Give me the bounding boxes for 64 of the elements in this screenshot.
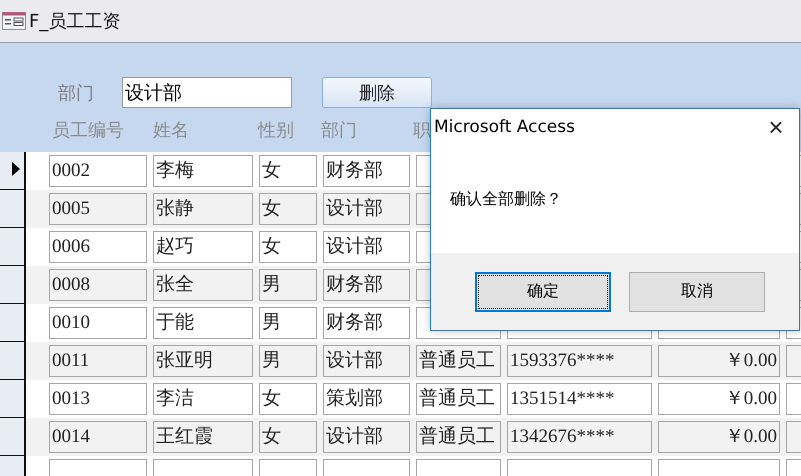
table-cell: 普通员工 — [416, 421, 501, 453]
table-cell: 0013 — [49, 383, 147, 415]
close-button[interactable]: × — [753, 111, 799, 143]
column-header: 职 — [413, 119, 431, 142]
table-cell: 男 — [259, 269, 317, 301]
table-cell: 1351514**** — [507, 383, 652, 415]
record-selector[interactable] — [0, 418, 26, 456]
table-cell: 普通员工 — [416, 383, 501, 415]
table-cell: 1342676**** — [507, 421, 652, 453]
table-cell: 女 — [259, 155, 317, 187]
record-selector[interactable] — [0, 342, 26, 380]
table-cell: 张亚明 — [153, 345, 253, 377]
dialog-message: 确认全部删除？ — [450, 188, 562, 210]
column-header: 性别 — [258, 119, 295, 142]
table-cell: 王红霞 — [153, 421, 253, 453]
table-cell: 男 — [259, 345, 317, 377]
table-cell: 策划部 — [323, 383, 410, 415]
table-cell: 设计部 — [323, 345, 410, 377]
table-cell: 设计部 — [323, 193, 410, 225]
table-cell: 普通员工 — [416, 345, 501, 377]
record-selector[interactable] — [0, 304, 26, 342]
record-selector[interactable] — [0, 228, 26, 266]
department-field[interactable]: 设计部 — [122, 77, 292, 108]
table-cell: ￥0.00 — [658, 345, 780, 377]
table-cell: 于能 — [153, 307, 253, 339]
table-cell: 设计部 — [323, 231, 410, 263]
table-cell: 设计部 — [323, 421, 410, 453]
table-cell: 0006 — [49, 231, 147, 263]
table-cell: 0011 — [49, 345, 147, 377]
ok-button[interactable]: 确定 — [475, 272, 611, 312]
table-cell: 0008 — [49, 269, 147, 301]
dialog-title: Microsoft Access — [434, 117, 575, 137]
table-cell: 财务部 — [323, 307, 410, 339]
field-label: 部门 — [58, 82, 95, 104]
table-cell: 男 — [259, 307, 317, 339]
table-cell: 女 — [259, 383, 317, 415]
table-cell: 0002 — [49, 155, 147, 187]
table-cell: 1593376**** — [507, 345, 652, 377]
table-cell: 李梅 — [153, 155, 253, 187]
cancel-button[interactable]: 取消 — [629, 272, 765, 312]
table-cell: 张全 — [153, 269, 253, 301]
column-header: 部门 — [321, 119, 358, 142]
table-cell: 0005 — [49, 193, 147, 225]
table-cell: ￥0.00 — [658, 421, 780, 453]
column-header: 姓名 — [153, 119, 190, 142]
current-record-icon — [12, 162, 20, 176]
record-selector[interactable] — [0, 152, 26, 190]
column-header: 员工编号 — [52, 119, 125, 142]
table-cell: 女 — [259, 193, 317, 225]
table-cell: 赵巧 — [153, 231, 253, 263]
table-cell: 女 — [259, 231, 317, 263]
window-title: F_员工工资 — [29, 10, 120, 33]
table-cell: 李洁 — [153, 383, 253, 415]
table-cell: 女 — [259, 421, 317, 453]
delete-button[interactable]: 删除 — [322, 77, 432, 108]
table-cell: 0014 — [49, 421, 147, 453]
record-selector[interactable] — [0, 380, 26, 418]
record-selector[interactable] — [0, 190, 26, 228]
table-cell: 财务部 — [323, 155, 410, 187]
table-cell: 财务部 — [323, 269, 410, 301]
table-cell: 张静 — [153, 193, 253, 225]
table-cell: ￥0.00 — [658, 383, 780, 415]
record-selector[interactable] — [0, 266, 26, 304]
table-cell: 0010 — [49, 307, 147, 339]
